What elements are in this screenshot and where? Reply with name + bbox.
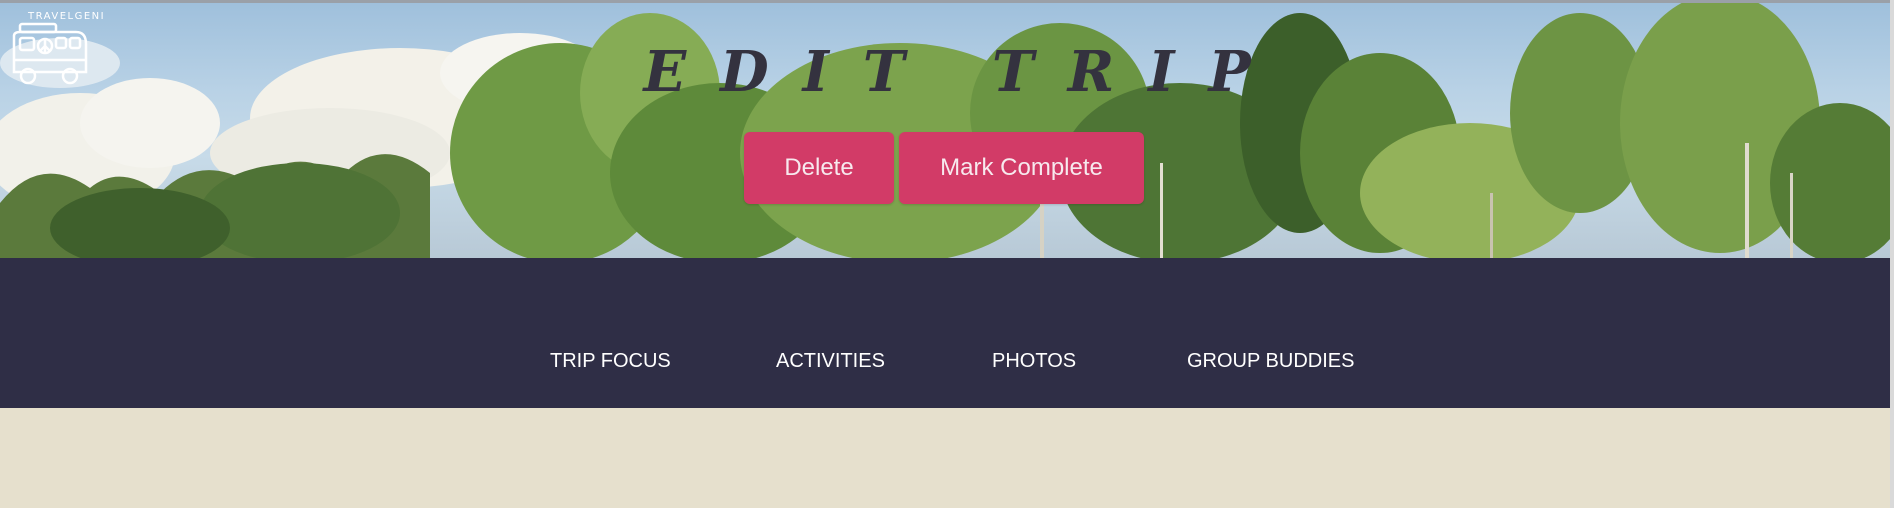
nav-item-photos[interactable]: PHOTOS	[992, 350, 1076, 373]
nav-item-trip-focus[interactable]: TRIP FOCUS	[550, 350, 671, 373]
trip-nav: TRIP FOCUS ACTIVITIES PHOTOS GROUP BUDDI…	[0, 258, 1894, 408]
main-content	[0, 408, 1894, 508]
nav-item-group-buddies[interactable]: GROUP BUDDIES	[1187, 350, 1354, 373]
logo-text: TRAVELGENI	[28, 11, 106, 22]
page-scrollbar[interactable]	[1890, 0, 1894, 508]
mark-complete-button[interactable]: Mark Complete	[899, 132, 1144, 204]
page-title: EDIT TRIP	[643, 39, 1285, 105]
hero-banner: TRAVELGENI EDIT TRIP Delete Mark Complet…	[0, 0, 1894, 258]
delete-button[interactable]: Delete	[744, 132, 894, 204]
nav-item-activities[interactable]: ACTIVITIES	[776, 350, 885, 373]
header-actions: Delete Mark Complete	[744, 132, 1144, 204]
